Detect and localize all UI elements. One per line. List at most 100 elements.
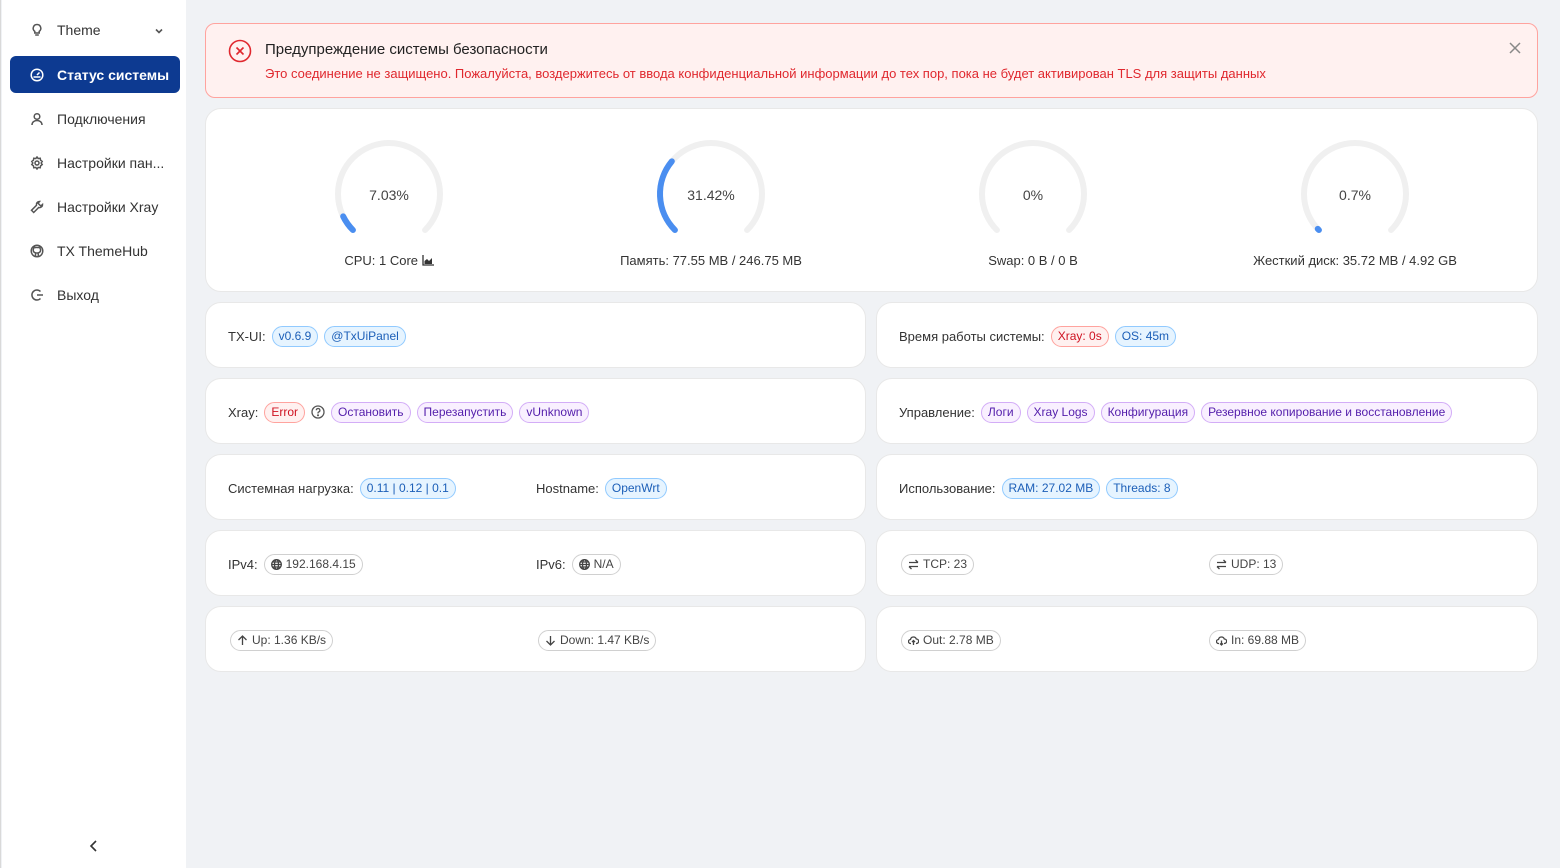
disk-percent: 0.7% <box>1339 187 1371 203</box>
cpu-label: CPU: 1 Core <box>229 253 549 268</box>
chart-icon[interactable] <box>422 254 434 266</box>
cloud-download-icon <box>1216 635 1227 646</box>
sidebar: Theme Статус системы Подключения Настрой… <box>2 0 186 868</box>
ram-usage-tag: RAM: 27.02 MB <box>1001 477 1101 499</box>
cpu-gauge: 7.03% CPU: 1 Core <box>269 139 509 279</box>
alert-title: Предупреждение системы безопасности <box>265 41 548 58</box>
sidebar-item-label: Настройки Xray <box>57 198 159 215</box>
hostname-label: Hostname: <box>536 480 599 496</box>
xray-status-tag: Error <box>264 401 306 423</box>
speed-card: Up: 1.36 KB/s Down: 1.47 KB/s <box>205 606 866 672</box>
txui-label: TX-UI: <box>228 328 266 344</box>
management-label: Управление: <box>899 404 975 420</box>
user-icon <box>30 112 44 126</box>
alert-message: Это соединение не защищено. Пожалуйста, … <box>265 66 1266 81</box>
arrow-down-icon <box>545 635 556 646</box>
ipv4-tag[interactable]: 192.168.4.15 <box>263 553 363 575</box>
hostname-tag: OpenWrt <box>604 477 667 499</box>
cpu-percent: 7.03% <box>369 187 409 203</box>
globe-icon <box>578 558 590 570</box>
bulb-icon <box>30 23 44 37</box>
app-window: Theme Статус системы Подключения Настрой… <box>0 0 1560 868</box>
usage-card: Использование: RAM: 27.02 MB Threads: 8 <box>876 454 1538 520</box>
xray-version-tag[interactable]: vUnknown <box>519 401 590 423</box>
system-load-tag: 0.11 | 0.12 | 0.1 <box>359 477 456 499</box>
traffic-out-tag: Out: 2.78 MB <box>901 629 1001 651</box>
ipv4-label: IPv4: <box>228 556 258 572</box>
download-speed-tag: Down: 1.47 KB/s <box>538 629 657 651</box>
tcp-tag: TCP: 23 <box>901 553 975 575</box>
logs-button[interactable]: Логи <box>980 401 1021 423</box>
arrow-up-icon <box>237 634 248 646</box>
xray-label: Xray: <box>228 404 259 420</box>
memory-label: Память: 77.55 MB / 246.75 MB <box>620 253 802 268</box>
disk-label: Жесткий диск: 35.72 MB / 4.92 GB <box>1253 253 1457 268</box>
chevron-down-icon <box>154 23 164 39</box>
dashboard-icon <box>30 67 44 82</box>
system-load-label: Системная нагрузка: <box>228 480 354 496</box>
management-card: Управление: Логи Xray Logs Конфигурация … <box>876 378 1538 444</box>
sidebar-item-label: Подключения <box>57 110 146 127</box>
backup-restore-button[interactable]: Резервное копирование и восстановление <box>1201 401 1453 423</box>
swap-arrows-icon <box>1216 559 1227 570</box>
sidebar-item-label: Настройки пан... <box>57 154 165 171</box>
ipv6-tag[interactable]: N/A <box>571 553 621 575</box>
alert-close-button[interactable] <box>1509 41 1523 55</box>
xray-uptime-tag: Xray: 0s <box>1050 325 1109 347</box>
xray-card: Xray: Error Остановить Перезапустить vUn… <box>205 378 866 444</box>
swap-arrows-icon <box>908 559 919 570</box>
usage-label: Использование: <box>899 480 996 496</box>
sidebar-item-label: TX ThemeHub <box>57 242 148 259</box>
sidebar-item-panel-settings[interactable]: Настройки пан... <box>10 144 180 181</box>
sidebar-item-connections[interactable]: Подключения <box>10 100 180 137</box>
gauge-fill <box>1314 225 1322 234</box>
sidebar-item-label: Выход <box>57 286 99 303</box>
txui-card: TX-UI: v0.6.9 @TxUiPanel <box>205 302 866 368</box>
wrench-icon <box>30 200 44 214</box>
disk-gauge: 0.7% Жесткий диск: 35.72 MB / 4.92 GB <box>1235 139 1475 279</box>
xray-restart-button[interactable]: Перезапустить <box>416 401 514 423</box>
traffic-card: Out: 2.78 MB In: 69.88 MB <box>876 606 1538 672</box>
error-circle-icon <box>228 39 252 63</box>
txui-version-tag[interactable]: v0.6.9 <box>271 325 319 347</box>
chevron-left-icon <box>89 840 97 852</box>
security-alert: Предупреждение системы безопасности Это … <box>205 23 1538 98</box>
memory-gauge: 31.42% Память: 77.55 MB / 246.75 MB <box>591 139 831 279</box>
xray-stop-button[interactable]: Остановить <box>331 401 411 423</box>
uptime-label: Время работы системы: <box>899 328 1045 344</box>
swap-percent: 0% <box>1022 187 1044 203</box>
xray-logs-button[interactable]: Xray Logs <box>1026 401 1095 423</box>
globe-icon <box>270 558 282 570</box>
ip-card: IPv4: 192.168.4.15 IPv6: N/A <box>205 530 866 596</box>
logout-icon <box>30 288 44 302</box>
upload-speed-tag: Up: 1.36 KB/s <box>230 629 334 651</box>
theme-label: Theme <box>57 21 101 38</box>
sidebar-item-logout[interactable]: Выход <box>10 276 180 313</box>
connections-count-card: TCP: 23 UDP: 13 <box>876 530 1538 596</box>
swap-label: Swap: 0 B / 0 B <box>988 253 1078 268</box>
close-icon <box>1509 42 1521 54</box>
gauge-fill <box>340 213 356 234</box>
theme-selector[interactable]: Theme <box>10 11 180 48</box>
sidebar-item-themehub[interactable]: TX ThemeHub <box>10 232 180 269</box>
resource-gauges-card: 7.03% CPU: 1 Core 31.42% Память: 77.55 M… <box>205 108 1538 292</box>
memory-percent: 31.42% <box>687 187 735 203</box>
sidebar-item-xray-settings[interactable]: Настройки Xray <box>10 188 180 225</box>
traffic-in-tag: In: 69.88 MB <box>1209 629 1307 651</box>
os-uptime-tag: OS: 45m <box>1114 325 1177 347</box>
uptime-card: Время работы системы: Xray: 0s OS: 45m <box>876 302 1538 368</box>
sidebar-item-system-status[interactable]: Статус системы <box>10 56 180 93</box>
udp-tag: UDP: 13 <box>1209 553 1284 575</box>
github-icon <box>30 243 44 258</box>
threads-tag: Threads: 8 <box>1106 477 1178 499</box>
question-circle-icon[interactable] <box>311 405 325 419</box>
txui-channel-tag[interactable]: @TxUiPanel <box>324 325 406 347</box>
swap-gauge: 0% Swap: 0 B / 0 B <box>913 139 1153 279</box>
config-button[interactable]: Конфигурация <box>1100 401 1196 423</box>
gear-icon <box>30 155 44 170</box>
cloud-upload-icon <box>908 635 919 646</box>
ipv6-label: IPv6: <box>536 556 566 572</box>
sidebar-item-label: Статус системы <box>57 66 170 83</box>
collapse-sidebar-button[interactable] <box>86 838 102 854</box>
load-host-card: Системная нагрузка: 0.11 | 0.12 | 0.1 Ho… <box>205 454 866 520</box>
